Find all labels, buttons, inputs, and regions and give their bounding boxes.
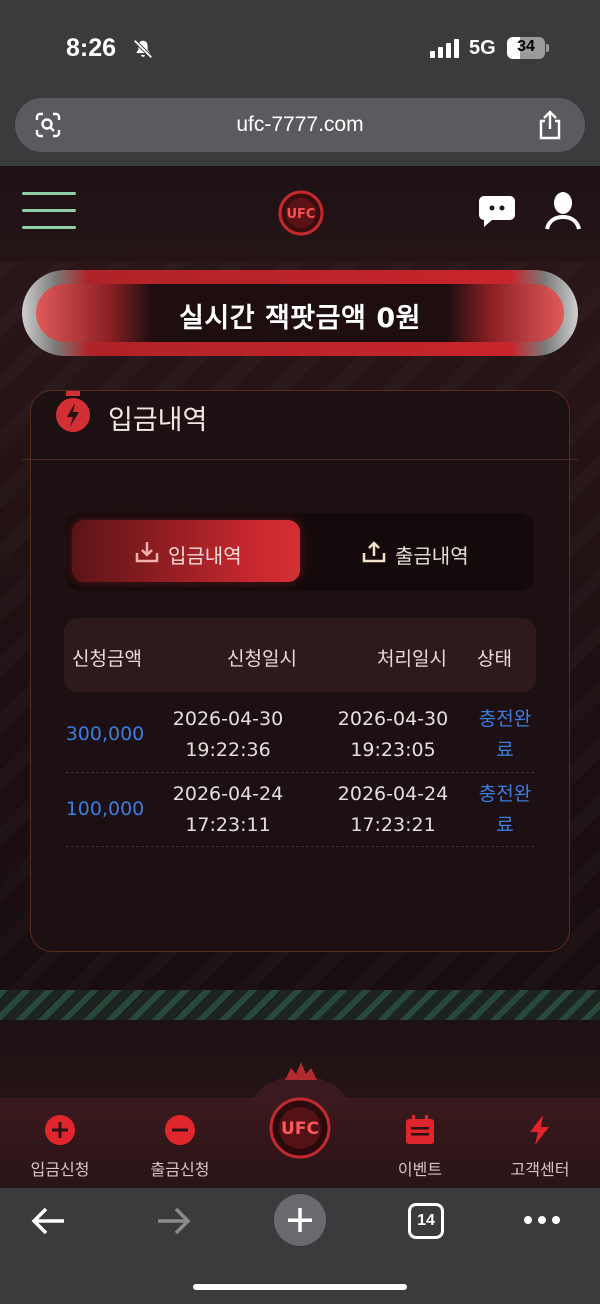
logo-crest-icon	[285, 1062, 317, 1080]
nav-customer-label: 고객센터	[510, 1160, 570, 1179]
bell-off-icon	[133, 39, 153, 59]
signal-icon	[430, 38, 459, 58]
nav-events-label: 이벤트	[397, 1160, 443, 1179]
minus-circle-icon	[165, 1115, 195, 1145]
row1-request-time: 19:22:36	[185, 739, 271, 761]
row2-status-cont: 료	[496, 814, 514, 836]
jackpot-label: 실시간 잭팟금액	[179, 303, 367, 334]
row1-amount[interactable]: 300,000	[60, 719, 150, 750]
forward-arrow-icon[interactable]	[156, 1206, 192, 1236]
calendar-icon	[406, 1115, 434, 1144]
jackpot-amount: 0원	[376, 303, 421, 334]
svg-text:UFC: UFC	[281, 1119, 319, 1139]
row2-processed-time: 17:23:21	[350, 814, 436, 836]
plus-circle-icon	[45, 1115, 75, 1145]
row-divider	[66, 772, 534, 773]
lightning-icon	[530, 1115, 549, 1145]
nav-deposit-label: 입금신청	[30, 1160, 90, 1179]
network-type: 5G	[469, 37, 496, 59]
row1-processed-date: 2026-04-30	[337, 708, 449, 730]
col-status: 상태	[477, 648, 512, 670]
back-arrow-icon[interactable]	[30, 1206, 66, 1236]
more-icon[interactable]	[522, 1214, 562, 1226]
svg-text:UFC: UFC	[287, 207, 316, 222]
ufc-center-logo[interactable]: UFC	[268, 1090, 332, 1160]
jackpot-banner: 실시간 잭팟금액 0원	[22, 270, 578, 356]
chat-icon[interactable]	[478, 194, 516, 228]
row1-request-date: 2026-04-30	[172, 708, 284, 730]
row1-status: 충전완	[478, 708, 532, 730]
address-bar[interactable]: ufc-7777.com	[15, 98, 585, 152]
row-divider	[66, 846, 534, 847]
battery-level: 34	[517, 38, 535, 55]
row1-processed-time: 19:23:05	[350, 739, 436, 761]
ufc-logo[interactable]: UFC	[276, 188, 326, 238]
site-header: UFC	[0, 166, 600, 262]
tab-deposit-label[interactable]: 입금내역	[168, 540, 242, 569]
home-indicator	[193, 1284, 407, 1290]
upload-icon	[362, 541, 386, 563]
tabs-count-button[interactable]: 14	[408, 1203, 444, 1239]
row2-request-time: 17:23:11	[185, 814, 271, 836]
download-icon	[135, 542, 159, 563]
row2-amount[interactable]: 100,000	[60, 794, 150, 825]
row1-status-cont: 료	[496, 739, 514, 761]
nav-deposit-request[interactable]: 입금신청	[10, 1114, 110, 1180]
tab-withdraw-history[interactable]: 출금내역	[395, 540, 469, 569]
url-text[interactable]: ufc-7777.com	[15, 113, 585, 137]
new-tab-icon[interactable]	[273, 1193, 327, 1247]
col-processed-datetime: 처리일시	[377, 648, 447, 670]
row2-processed-date: 2026-04-24	[337, 783, 449, 805]
nav-customer-center[interactable]: 고객센터	[490, 1114, 590, 1180]
battery-icon: 34	[507, 37, 545, 59]
row2-request-date: 2026-04-24	[172, 783, 284, 805]
stopwatch-icon	[56, 391, 90, 432]
col-request-datetime: 신청일시	[227, 648, 297, 670]
nav-events[interactable]: 이벤트	[370, 1114, 470, 1180]
status-bar: 8:26 5G 34	[0, 0, 600, 96]
nav-withdraw-label: 출금신청	[150, 1160, 210, 1179]
user-icon[interactable]	[545, 191, 581, 231]
decorative-band	[0, 990, 600, 1020]
card-title: 입금내역	[108, 405, 208, 436]
nav-withdraw-request[interactable]: 출금신청	[130, 1114, 230, 1180]
row2-status: 충전완	[478, 783, 532, 805]
status-time: 8:26	[66, 34, 117, 62]
menu-icon[interactable]	[22, 192, 76, 232]
share-icon[interactable]	[537, 110, 563, 140]
col-request-amount: 신청금액	[72, 648, 142, 670]
